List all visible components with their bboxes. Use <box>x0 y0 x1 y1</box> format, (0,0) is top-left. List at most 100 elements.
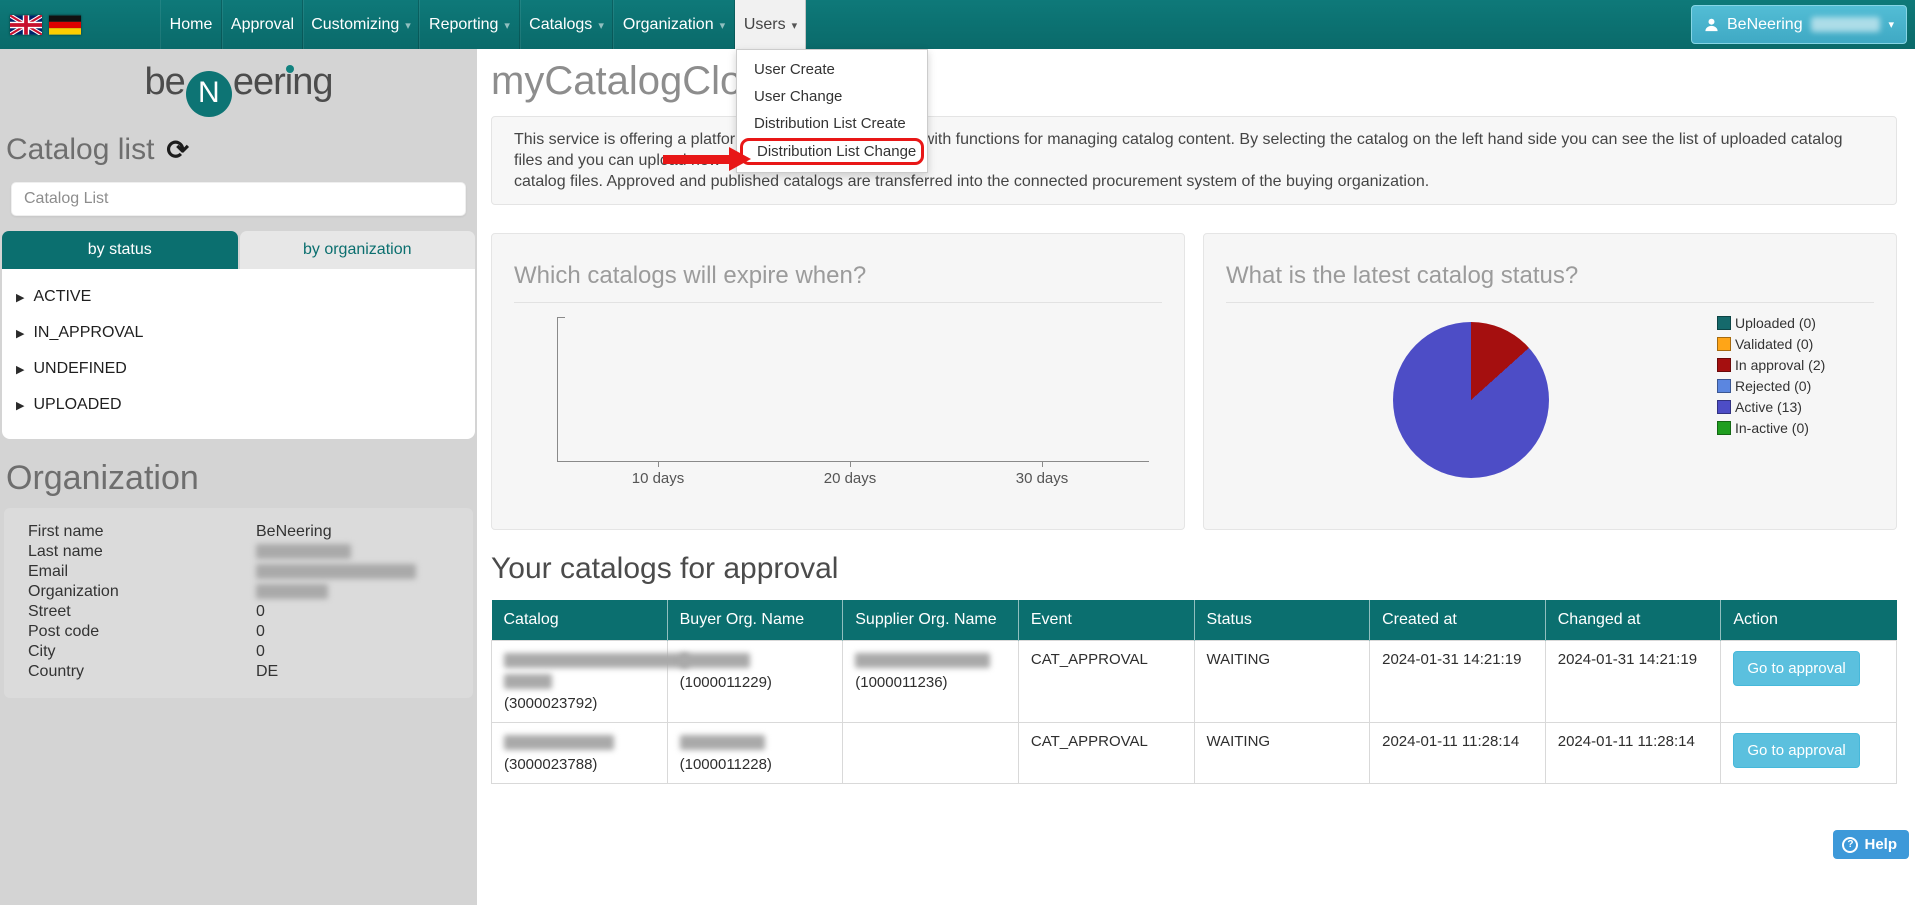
cell-event: CAT_APPROVAL <box>1018 723 1194 784</box>
nav-item-organization[interactable]: Organization▾ <box>613 0 735 49</box>
legend-item: In approval (2) <box>1717 357 1825 373</box>
status-item-in-approval[interactable]: ▶IN_APPROVAL <box>2 315 475 351</box>
person-icon <box>1704 17 1719 32</box>
cell-status: WAITING <box>1194 641 1370 723</box>
org-field-post-code: Post code0 <box>4 622 473 642</box>
col-changed-at: Changed at <box>1545 600 1721 641</box>
status-list-panel: ▶ACTIVE ▶IN_APPROVAL ▶UNDEFINED ▶ UPLOADE… <box>2 269 475 439</box>
catalog-list-tabs: by status by organization <box>2 231 475 269</box>
status-label: IN_APPROVAL <box>33 324 143 342</box>
tab-by-status[interactable]: by status <box>2 231 238 269</box>
expand-triangle-icon: ▶ <box>16 399 24 412</box>
legend-label: In-active (0) <box>1735 420 1809 436</box>
catalog-id: (3000023792) <box>504 695 655 712</box>
status-label: UNDEFINED <box>33 360 126 378</box>
tab-by-organization[interactable]: by organization <box>240 231 476 269</box>
caret-down-icon: ▾ <box>1888 18 1894 31</box>
top-navbar: Home Approval Customizing▾ Reporting▾ Ca… <box>0 0 1915 49</box>
organization-panel: First nameBeNeering Last name Email Orga… <box>4 508 473 698</box>
catalog-id: (3000023788) <box>504 756 655 773</box>
menu-item-distribution-list-change[interactable]: Distribution List Change <box>740 138 924 165</box>
legend-swatch <box>1717 421 1731 435</box>
field-value: DE <box>256 662 473 682</box>
go-to-approval-button[interactable]: Go to approval <box>1733 651 1859 686</box>
user-button-label: BeNeering <box>1727 16 1803 34</box>
sidebar: beNeering Catalog list ⟳ by status by or… <box>0 49 477 905</box>
germany-flag-icon[interactable] <box>49 15 81 35</box>
nav-item-customizing[interactable]: Customizing▾ <box>303 0 419 49</box>
legend-item: Validated (0) <box>1717 336 1825 352</box>
help-label: Help <box>1864 836 1897 853</box>
user-account-button[interactable]: BeNeering ▾ <box>1691 5 1907 44</box>
nav-item-home[interactable]: Home <box>160 0 222 49</box>
cell-action: Go to approval <box>1721 641 1897 723</box>
org-field-city: City0 <box>4 642 473 662</box>
buyer-org-id: (1000011228) <box>680 756 831 773</box>
annotation-arrow-shaft <box>663 155 729 164</box>
legend-item: Active (13) <box>1717 399 1825 415</box>
status-item-undefined[interactable]: ▶UNDEFINED <box>2 351 475 387</box>
nav-item-catalogs[interactable]: Catalogs▾ <box>520 0 613 49</box>
status-label: ACTIVE <box>33 288 91 306</box>
refresh-icon[interactable]: ⟳ <box>166 137 189 164</box>
x-axis-tick <box>658 462 659 467</box>
table-row: (3000023792) (1000011229) (1000011236) C… <box>492 641 1897 723</box>
legend-swatch <box>1717 337 1731 351</box>
nav-item-approval[interactable]: Approval <box>222 0 303 49</box>
cell-action: Go to approval <box>1721 723 1897 784</box>
supplier-org-id: (1000011236) <box>855 674 1006 691</box>
menu-item-user-change[interactable]: User Change <box>737 83 927 110</box>
org-field-street: Street0 <box>4 602 473 622</box>
go-to-approval-button[interactable]: Go to approval <box>1733 733 1859 768</box>
beneering-logo: beNeering <box>0 61 477 117</box>
field-value-redacted <box>256 542 473 562</box>
x-axis-label: 10 days <box>632 470 685 487</box>
logo-text: ng <box>292 61 332 103</box>
col-event: Event <box>1018 600 1194 641</box>
approval-table: Catalog Buyer Org. Name Supplier Org. Na… <box>491 600 1897 784</box>
expiry-chart-panel: Which catalogs will expire when? 10 days… <box>491 233 1185 530</box>
nav-label: Customizing <box>311 16 399 33</box>
field-value-redacted <box>256 582 473 602</box>
nav-item-reporting[interactable]: Reporting▾ <box>419 0 520 49</box>
field-value: BeNeering <box>256 522 473 542</box>
org-field-email: Email <box>4 562 473 582</box>
logo-text: i <box>285 61 292 103</box>
col-created-at: Created at <box>1370 600 1546 641</box>
annotation-arrow <box>663 147 751 171</box>
legend-item: Rejected (0) <box>1717 378 1825 394</box>
caret-down-icon: ▾ <box>720 20 726 32</box>
redacted-catalog-name <box>504 653 689 668</box>
expiry-chart-title: Which catalogs will expire when? <box>514 262 1162 303</box>
catalog-status-pie <box>1393 322 1549 478</box>
x-axis-tick <box>1042 462 1043 467</box>
legend-swatch <box>1717 379 1731 393</box>
uk-flag-icon[interactable] <box>10 15 42 35</box>
col-action: Action <box>1721 600 1897 641</box>
status-item-uploaded[interactable]: ▶ UPLOADED <box>2 387 475 423</box>
col-supplier-org: Supplier Org. Name <box>843 600 1019 641</box>
field-label: Country <box>4 662 256 682</box>
x-axis-tick <box>850 462 851 467</box>
help-button[interactable]: ? Help <box>1833 830 1909 859</box>
main-nav: Home Approval Customizing▾ Reporting▾ Ca… <box>160 0 806 49</box>
org-field-last-name: Last name <box>4 542 473 562</box>
cell-created-at: 2024-01-31 14:21:19 <box>1370 641 1546 723</box>
status-label: UPLOADED <box>33 396 121 414</box>
status-item-active[interactable]: ▶ACTIVE <box>2 279 475 315</box>
nav-label: Users <box>744 16 786 33</box>
cell-status: WAITING <box>1194 723 1370 784</box>
nav-label: Home <box>170 16 213 33</box>
menu-item-user-create[interactable]: User Create <box>737 56 927 83</box>
legend-label: Uploaded (0) <box>1735 315 1816 331</box>
legend-label: In approval (2) <box>1735 357 1825 373</box>
cell-supplier-org <box>843 723 1019 784</box>
menu-item-distribution-list-create[interactable]: Distribution List Create <box>737 110 927 137</box>
legend-swatch <box>1717 358 1731 372</box>
catalog-list-search-input[interactable] <box>11 182 466 216</box>
nav-item-users[interactable]: Users▾ <box>735 0 806 49</box>
buyer-org-id: (1000011229) <box>680 674 831 691</box>
cell-catalog: (3000023788) <box>492 723 668 784</box>
legend-swatch <box>1717 316 1731 330</box>
expiry-chart-y-axis <box>557 317 558 462</box>
